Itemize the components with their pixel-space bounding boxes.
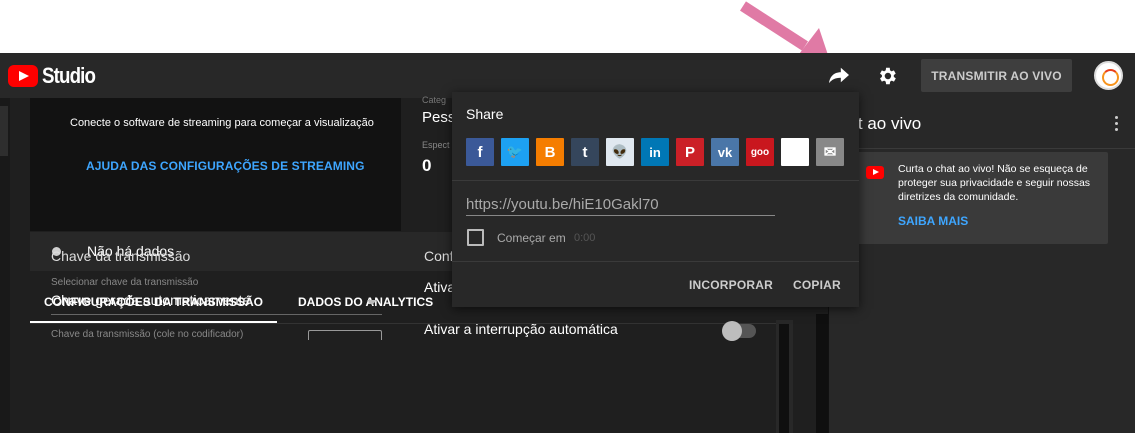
- blank-share-icon[interactable]: [781, 138, 809, 166]
- share-icon[interactable]: [828, 65, 850, 85]
- share-divider: [452, 261, 859, 262]
- viewers-label: Espect: [422, 140, 450, 150]
- stream-key-select-label: Selecionar chave da transmissão: [51, 277, 199, 288]
- settings-scrollbar[interactable]: [776, 320, 793, 433]
- tab-analytics-data[interactable]: DADOS DO ANALYTICS: [298, 281, 433, 323]
- copy-key-button[interactable]: [308, 330, 382, 340]
- embed-button[interactable]: INCORPORAR: [689, 278, 773, 292]
- share-title: Share: [466, 106, 504, 122]
- youtube-logo-icon: [866, 166, 884, 179]
- learn-more-link[interactable]: SAIBA MAIS: [898, 214, 968, 228]
- top-whitespace: [0, 0, 1135, 53]
- gear-icon[interactable]: [876, 65, 898, 87]
- facebook-icon[interactable]: f: [466, 138, 494, 166]
- email-icon[interactable]: ✉: [816, 138, 844, 166]
- share-targets: f 🐦 Bt 👽 in Pvk goo ✉: [466, 138, 851, 166]
- studio-logo[interactable]: Studio: [8, 63, 104, 89]
- avatar[interactable]: [1094, 61, 1123, 90]
- category-label: Categ: [422, 95, 447, 105]
- start-at-time[interactable]: 0:00: [574, 232, 595, 244]
- chat-welcome-card: Curta o chat ao vivo! Não se esqueça de …: [857, 152, 1108, 244]
- settings-pane: [30, 324, 776, 433]
- stream-key-section-title: Chave da transmissão: [51, 248, 191, 264]
- linkedin-icon[interactable]: in: [641, 138, 669, 166]
- reddit-icon[interactable]: 👽: [606, 138, 634, 166]
- share-url[interactable]: https://youtu.be/hiE10Gakl70: [466, 196, 659, 213]
- select-underline: [51, 314, 382, 315]
- share-divider: [452, 180, 859, 181]
- left-sidebar-edge: [0, 98, 10, 433]
- copy-button[interactable]: COPIAR: [793, 278, 841, 292]
- start-at-label: Começar em: [497, 231, 566, 245]
- tumblr-icon[interactable]: t: [571, 138, 599, 166]
- chat-welcome-message: Curta o chat ao vivo! Não se esqueça de …: [898, 163, 1091, 203]
- vk-icon[interactable]: vk: [711, 138, 739, 166]
- auto-stop-label: Ativar a interrupção automática: [424, 321, 618, 337]
- live-chat-panel: hat ao vivo Curta o chat ao vivo! Não se…: [828, 98, 1135, 433]
- logo-text: Studio: [42, 63, 96, 88]
- stream-key-select[interactable]: Chave gerada automaticamente: [51, 292, 250, 308]
- stream-preview: Conecte o software de streaming para com…: [30, 98, 401, 231]
- start-at-checkbox[interactable]: [467, 229, 484, 246]
- chevron-down-icon[interactable]: [367, 300, 377, 305]
- more-vert-icon[interactable]: [1115, 116, 1119, 132]
- preview-message: Conecte o software de streaming para com…: [70, 117, 374, 129]
- viewers-value: 0: [422, 156, 432, 175]
- category-value: Pess: [422, 109, 456, 126]
- blogger-icon[interactable]: B: [536, 138, 564, 166]
- share-dialog: Share f 🐦 Bt 👽 in Pvk goo ✉ https://youtu.be/hi…: [452, 92, 859, 307]
- streaming-help-link[interactable]: AJUDA DAS CONFIGURAÇÕES DE STREAMING: [86, 159, 365, 173]
- stream-key-label: Chave da transmissão (cole no codificado…: [51, 329, 244, 340]
- pinterest-icon[interactable]: P: [676, 138, 704, 166]
- chat-header: hat ao vivo: [829, 98, 1135, 149]
- youtube-logo-icon: [8, 65, 38, 87]
- go-live-button[interactable]: TRANSMITIR AO VIVO: [921, 59, 1072, 92]
- auto-stop-toggle[interactable]: [722, 321, 756, 341]
- goo-icon[interactable]: goo: [746, 138, 774, 166]
- url-underline: [466, 215, 775, 216]
- twitter-icon[interactable]: 🐦: [501, 138, 529, 166]
